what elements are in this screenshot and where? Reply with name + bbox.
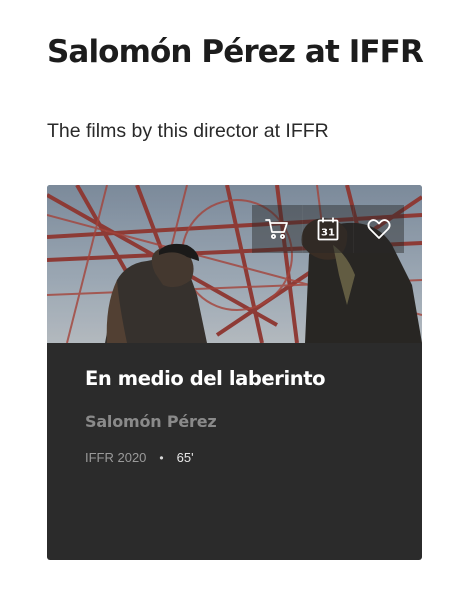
film-title[interactable]: En medio del laberinto bbox=[85, 367, 326, 390]
add-to-cart-button[interactable] bbox=[252, 205, 302, 253]
film-still-image[interactable]: 31 bbox=[47, 185, 422, 343]
film-edition: IFFR 2020 bbox=[85, 450, 147, 465]
meta-separator: • bbox=[159, 450, 164, 465]
calendar-icon: 31 bbox=[317, 217, 339, 241]
heart-icon bbox=[367, 218, 391, 240]
favorite-button[interactable] bbox=[353, 205, 404, 253]
film-card[interactable]: 31 En medio del laberinto Salomón Pérez … bbox=[47, 185, 422, 560]
shopping-cart-icon bbox=[265, 218, 289, 240]
film-duration: 65' bbox=[176, 450, 194, 465]
page-title: Salomón Pérez at IFFR bbox=[47, 34, 424, 70]
film-meta: IFFR 2020 • 65' bbox=[85, 450, 194, 465]
add-to-calendar-button[interactable]: 31 bbox=[302, 205, 353, 253]
intro-text: The films by this director at IFFR bbox=[47, 120, 329, 142]
calendar-day-label: 31 bbox=[321, 228, 335, 239]
film-director: Salomón Pérez bbox=[85, 412, 217, 431]
film-actions: 31 bbox=[252, 205, 404, 253]
